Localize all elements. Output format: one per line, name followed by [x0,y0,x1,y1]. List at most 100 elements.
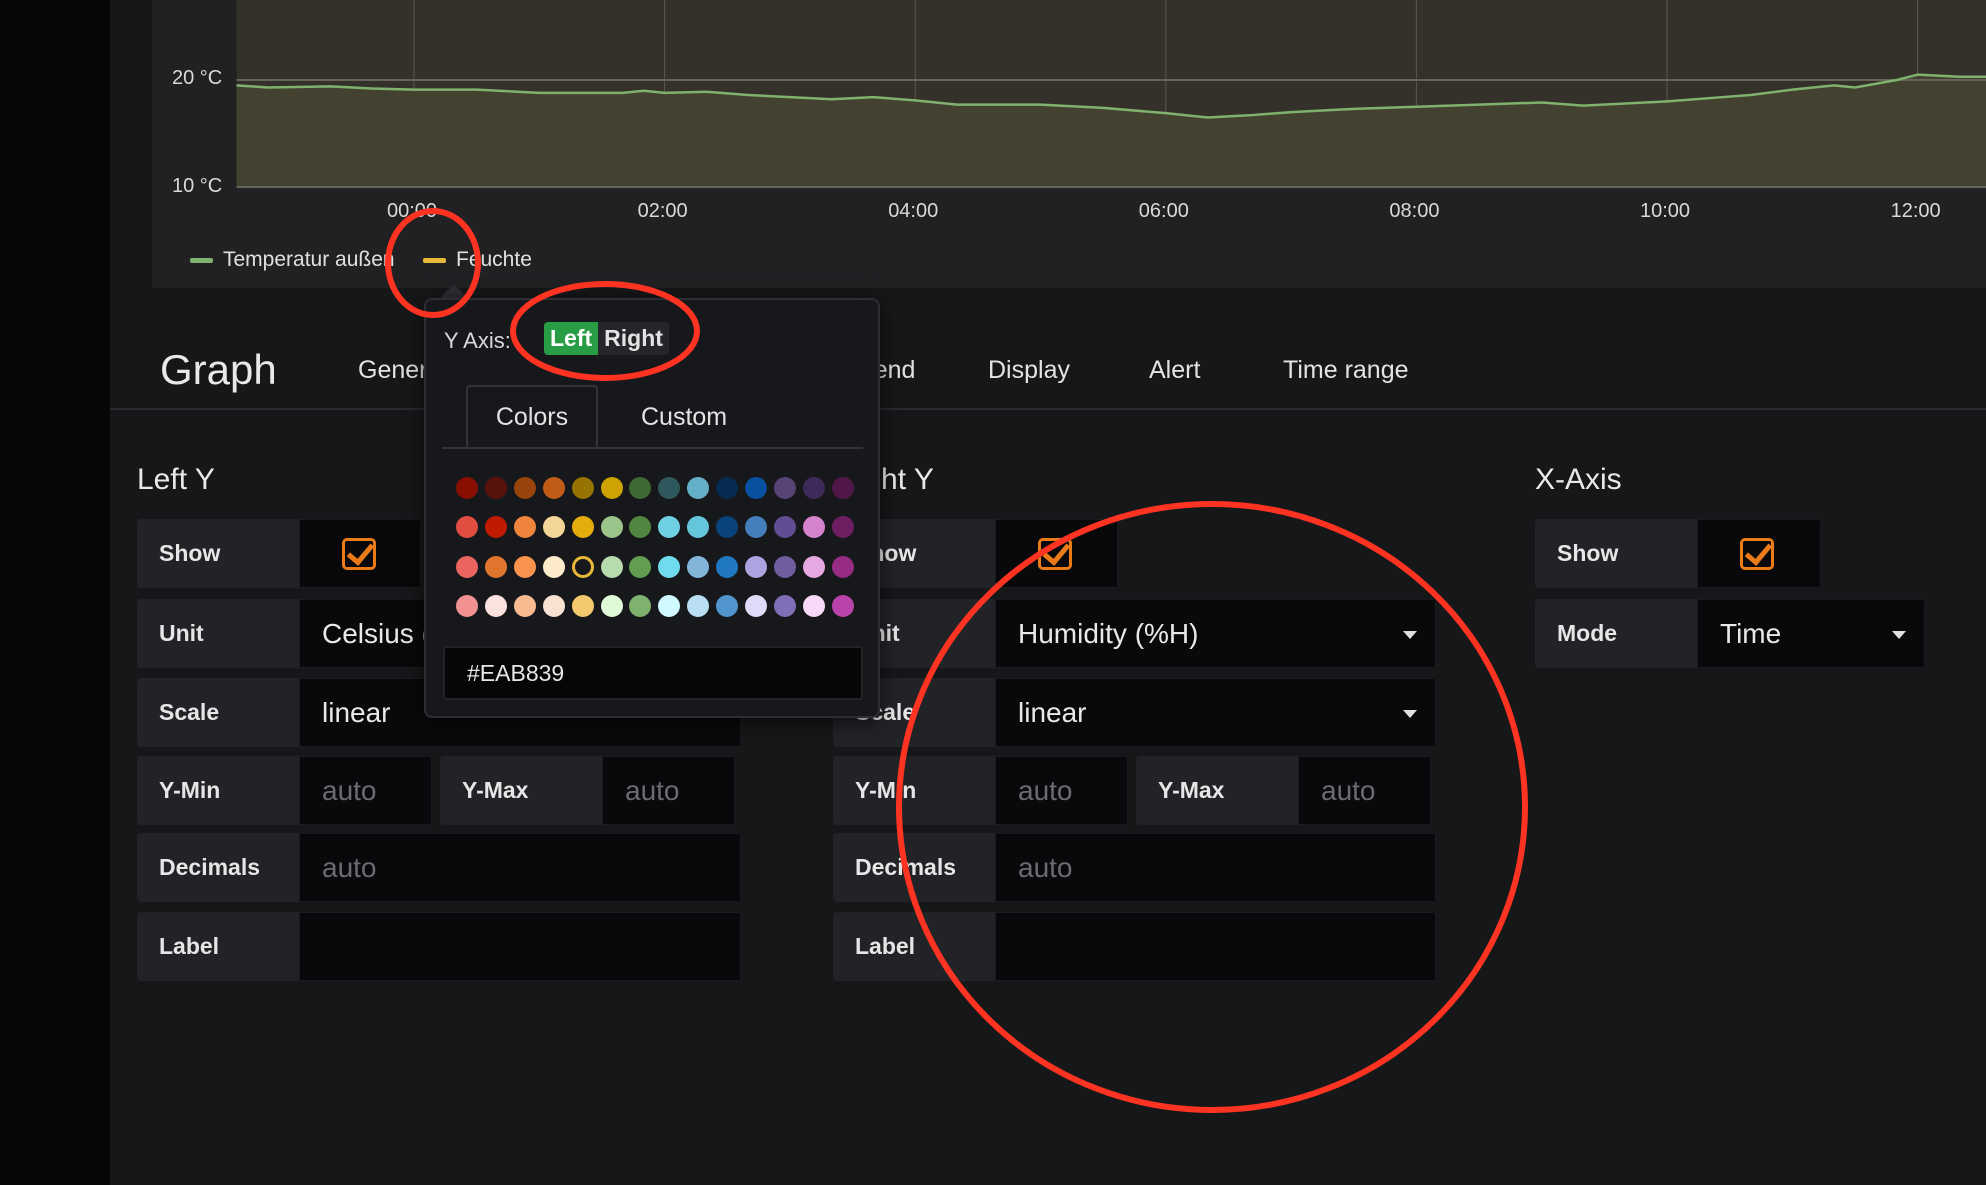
color-swatch[interactable] [831,516,854,539]
color-swatch[interactable] [513,477,536,499]
x-axis-show-checkbox[interactable] [1697,519,1821,588]
color-swatch[interactable] [484,477,507,499]
color-swatch[interactable] [687,594,710,617]
field-label: Decimals [137,833,299,902]
color-swatch[interactable] [600,516,623,539]
color-swatch[interactable] [456,516,478,539]
legend-item-temperature[interactable]: Temperatur außen [190,248,395,272]
left-y-min-input[interactable]: auto [299,756,432,825]
tab-alert[interactable]: Alert [1149,356,1200,385]
field-label: Show [1535,519,1697,588]
color-swatch[interactable] [773,477,796,499]
color-swatch[interactable] [513,555,536,578]
color-swatch[interactable] [456,594,478,617]
field-label: Show [137,519,299,588]
field-label: Y-Max [1136,756,1298,825]
color-swatch[interactable] [687,477,710,499]
left-y-decimals-input[interactable]: auto [299,833,741,902]
color-swatch[interactable] [542,477,565,499]
color-swatch[interactable] [542,555,565,578]
field-label: Label [137,912,299,981]
caret-down-icon [1892,631,1906,639]
color-swatch[interactable] [802,477,825,499]
color-swatch[interactable] [484,516,507,539]
caret-down-icon [1403,631,1417,639]
color-swatch[interactable] [773,594,796,617]
color-swatch[interactable] [658,594,681,617]
color-swatch[interactable] [571,477,594,499]
color-swatch[interactable] [513,594,536,617]
tab-colors[interactable]: Colors [466,385,598,448]
right-y-unit-row: UnitHumidity (%H) [833,599,1436,668]
color-swatch[interactable] [773,516,796,539]
series-color-swatch[interactable] [423,257,446,263]
color-swatch[interactable] [600,594,623,617]
right-y-show-checkbox[interactable] [995,519,1118,588]
right-y-min-row: Y-Min auto [833,756,1128,825]
color-swatch[interactable] [629,516,652,539]
temperature-chart [236,0,1986,188]
field-label: Y-Min [833,756,995,825]
color-swatch[interactable] [600,555,623,578]
tab-time-range[interactable]: Time range [1283,356,1409,385]
color-swatch[interactable] [456,555,478,578]
color-swatch[interactable] [716,516,739,539]
left-y-label-input[interactable] [299,912,741,981]
color-swatch[interactable] [484,555,507,578]
legend-item-humidity[interactable]: Feuchte [423,248,532,272]
color-swatch[interactable] [571,555,594,578]
y-axis-right-button[interactable]: Right [598,322,669,355]
color-swatch[interactable] [542,594,565,617]
left-y-show-checkbox[interactable] [299,519,421,588]
color-swatch[interactable] [745,516,767,539]
left-y-max-input[interactable]: auto [602,756,735,825]
tab-display[interactable]: Display [988,356,1070,385]
color-swatch[interactable] [629,594,652,617]
x-axis-mode-select[interactable]: Time [1697,599,1925,668]
color-swatch[interactable] [629,477,652,499]
color-swatch[interactable] [831,477,854,499]
color-swatch[interactable] [831,555,854,578]
select-value: linear [1018,696,1087,728]
color-swatch[interactable] [802,516,825,539]
color-swatch[interactable] [745,594,767,617]
field-label: Y-Min [137,756,299,825]
hex-color-input[interactable]: #EAB839 [443,646,863,700]
color-swatch[interactable] [802,594,825,617]
y-axis-label: Y Axis: [444,328,511,353]
y-axis-left-button[interactable]: Left [544,322,599,355]
color-swatch[interactable] [687,555,710,578]
right-y-label-input[interactable] [995,912,1436,981]
color-swatch[interactable] [456,477,478,499]
color-swatch[interactable] [513,516,536,539]
color-swatch[interactable] [629,555,652,578]
y-tick-label: 10 °C [172,175,223,197]
color-swatch[interactable] [745,477,767,499]
color-swatch[interactable] [571,516,594,539]
color-swatch[interactable] [716,555,739,578]
series-color-swatch[interactable] [190,257,213,263]
color-swatch[interactable] [571,594,594,617]
right-y-max-input[interactable]: auto [1298,756,1431,825]
color-swatch[interactable] [716,477,739,499]
color-swatch[interactable] [773,555,796,578]
right-y-decimals-input[interactable]: auto [995,833,1436,902]
color-swatch[interactable] [745,555,767,578]
tab-custom[interactable]: Custom [641,403,727,432]
select-value: linear [322,696,391,728]
color-swatch[interactable] [687,516,710,539]
color-swatch[interactable] [831,594,854,617]
color-swatch[interactable] [802,555,825,578]
right-y-scale-select[interactable]: linear [995,678,1436,747]
color-swatch[interactable] [658,555,681,578]
right-y-unit-select[interactable]: Humidity (%H) [995,599,1436,668]
color-swatch[interactable] [658,477,681,499]
color-swatch[interactable] [716,594,739,617]
tab-divider [110,408,1986,410]
x-axis-heading: X-Axis [1535,463,1622,496]
color-swatch[interactable] [542,516,565,539]
color-swatch[interactable] [600,477,623,499]
right-y-min-input[interactable]: auto [995,756,1128,825]
color-swatch[interactable] [484,594,507,617]
color-swatch[interactable] [658,516,681,539]
